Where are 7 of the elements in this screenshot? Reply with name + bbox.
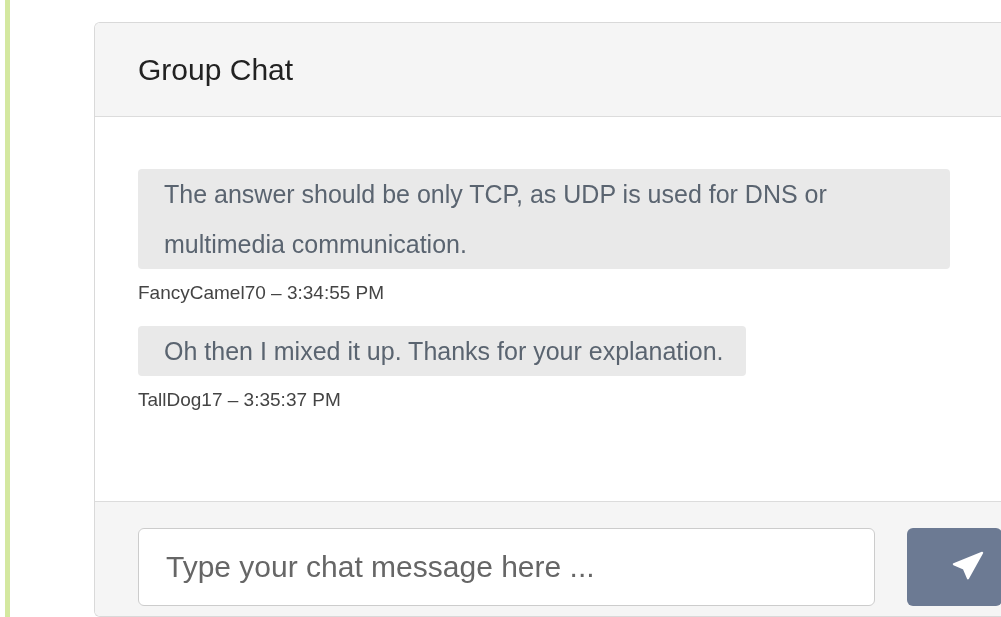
send-button[interactable]: [907, 528, 1001, 606]
message-meta: TallDog17 – 3:35:37 PM: [138, 387, 342, 412]
message-bubble: The answer should be only TCP, as UDP is used for DNS or multimedia communication.: [138, 169, 950, 269]
message-bubble: Oh then I mixed it up. Thanks for your explanation.: [138, 325, 746, 376]
message-meta: FancyCamel70 – 3:34:55 PM: [138, 281, 386, 305]
chat-title: Group Chat: [138, 52, 294, 88]
message-input[interactable]: Type your chat message here ...: [138, 528, 875, 606]
